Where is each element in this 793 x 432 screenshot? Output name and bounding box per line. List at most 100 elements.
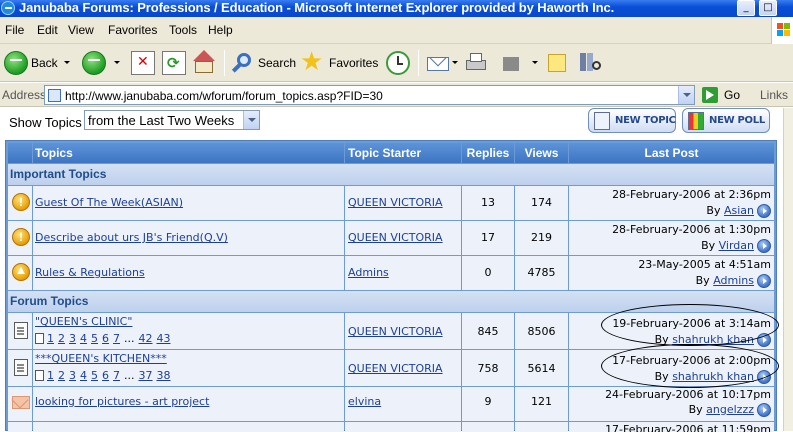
back-dropdown-icon[interactable] <box>64 61 70 64</box>
go-to-last-post-icon[interactable] <box>757 204 771 218</box>
topic-starter-link[interactable]: QUEEN VICTORIA <box>348 362 443 375</box>
page-link[interactable]: 2 <box>58 369 65 382</box>
mail-envelope-icon[interactable] <box>426 49 450 75</box>
go-to-last-post-icon[interactable] <box>757 239 771 253</box>
toolbar-separator <box>224 50 225 76</box>
alert-icon: ! <box>12 228 30 246</box>
menu-tools[interactable]: Tools <box>169 23 197 37</box>
table-row: "QUEEN's CLINIC" 1 2 3 4 5 6 7... 42 43 <box>33 313 344 349</box>
windows-logo-icon <box>771 17 793 44</box>
stop-icon[interactable]: ✕ <box>131 51 155 75</box>
address-url[interactable]: http://www.janubaba.com/wforum/forum_top… <box>65 89 383 103</box>
home-icon[interactable] <box>193 50 217 75</box>
page-icon <box>48 89 61 102</box>
page-link[interactable]: 42 <box>139 332 153 345</box>
topic-starter-link[interactable]: QUEEN VICTORIA <box>348 196 443 209</box>
replies-count: 845 <box>477 325 499 338</box>
new-poll-label[interactable]: NEW POLL <box>709 115 765 126</box>
window-title-bar: Janubaba Forums: Professions / Education… <box>0 0 793 17</box>
topic-starter-link[interactable]: elvina <box>348 395 381 408</box>
new-topic-button[interactable]: NEW TOPIC <box>588 108 676 133</box>
page-link[interactable]: 7 <box>113 332 120 345</box>
links-button[interactable]: Links <box>760 88 788 102</box>
topic-link[interactable]: ***QUEEN's KITCHEN*** <box>35 352 167 365</box>
replies-cell: 845 <box>462 313 514 349</box>
last-post-author-link[interactable]: Admins <box>713 274 754 287</box>
history-icon[interactable] <box>386 51 410 75</box>
back-arrow-icon[interactable] <box>4 51 28 75</box>
print-icon[interactable] <box>464 51 488 75</box>
edit-dropdown-icon[interactable] <box>532 61 538 64</box>
page-link[interactable]: 38 <box>157 369 171 382</box>
search-button[interactable]: Search <box>258 56 296 70</box>
last-post-author-link[interactable]: Asian <box>724 204 754 217</box>
page-link[interactable]: 4 <box>80 332 87 345</box>
page-link[interactable]: 3 <box>69 332 76 345</box>
page-link[interactable]: 43 <box>157 332 171 345</box>
topic-link[interactable]: Describe about urs JB's Friend(Q.V) <box>35 231 228 244</box>
page-link[interactable]: 4 <box>80 369 87 382</box>
topic-link[interactable]: Rules & Regulations <box>35 266 145 279</box>
new-topic-label[interactable]: NEW TOPIC <box>615 115 676 126</box>
last-post-author-link[interactable]: angelzzz <box>706 403 754 416</box>
page-link[interactable]: 6 <box>102 369 109 382</box>
search-icon[interactable] <box>231 51 255 75</box>
page-link[interactable]: 5 <box>91 332 98 345</box>
topic-link[interactable]: "QUEEN's CLINIC" <box>35 315 132 328</box>
favorites-star-icon[interactable]: ★ <box>300 47 324 77</box>
favorites-button[interactable]: Favorites <box>329 56 378 70</box>
menu-bar: File Edit View Favorites Tools Help <box>0 17 793 44</box>
topic-link[interactable]: looking for pictures - art project <box>35 395 209 408</box>
go-to-last-post-icon[interactable] <box>757 274 771 288</box>
menu-view[interactable]: View <box>68 23 94 37</box>
row-icon-cell <box>8 256 32 290</box>
topic-starter-link[interactable]: Admins <box>348 266 389 279</box>
envelope-icon <box>12 396 30 409</box>
mail-dropdown-icon[interactable] <box>452 61 458 64</box>
page-link[interactable]: 5 <box>91 369 98 382</box>
topic-starter-link[interactable]: QUEEN VICTORIA <box>348 231 443 244</box>
replies-cell: 13 <box>462 186 514 220</box>
research-icon[interactable] <box>578 51 602 75</box>
topic-link[interactable]: Guest Of The Week(ASIAN) <box>35 196 183 209</box>
vertical-scrollbar[interactable] <box>783 108 793 431</box>
by-label: By <box>701 239 716 252</box>
menu-favorites[interactable]: Favorites <box>108 23 157 37</box>
page-link[interactable]: 7 <box>113 369 120 382</box>
page-link[interactable]: 3 <box>69 369 76 382</box>
views-count: 8506 <box>527 325 556 338</box>
discuss-icon[interactable] <box>546 51 570 75</box>
go-label[interactable]: Go <box>724 88 740 102</box>
forward-arrow-icon[interactable] <box>82 51 106 75</box>
show-topics-select[interactable]: from the Last Two Weeks <box>84 110 260 130</box>
replies-count: 9 <box>484 395 492 408</box>
table-row: Rules & Regulations <box>33 256 344 290</box>
go-button[interactable]: Go <box>700 85 748 105</box>
minimize-button[interactable]: _ <box>737 0 755 16</box>
refresh-icon[interactable]: ⟳ <box>162 51 186 75</box>
topic-starter-link[interactable]: QUEEN VICTORIA <box>348 325 443 338</box>
show-topics-selected[interactable]: from the Last Two Weeks <box>88 113 234 128</box>
header-replies: Replies <box>462 143 514 163</box>
page-link[interactable]: 1 <box>47 369 54 382</box>
replies-cell: 758 <box>462 350 514 386</box>
edit-page-icon[interactable] <box>500 51 524 75</box>
page-link[interactable]: 1 <box>47 332 54 345</box>
chevron-down-icon[interactable] <box>243 111 259 129</box>
address-input[interactable]: http://www.janubaba.com/wforum/forum_top… <box>44 85 695 105</box>
menu-edit[interactable]: Edit <box>37 23 58 37</box>
page-ellipsis: ... <box>124 332 135 345</box>
menu-file[interactable]: File <box>5 23 24 37</box>
page-link[interactable]: 6 <box>102 332 109 345</box>
menu-help[interactable]: Help <box>208 23 233 37</box>
new-poll-button[interactable]: NEW POLL <box>682 108 770 133</box>
maximize-button[interactable]: □ <box>759 0 777 16</box>
go-arrow-icon[interactable] <box>702 87 718 103</box>
go-to-last-post-icon[interactable] <box>757 403 771 417</box>
page-link[interactable]: 2 <box>58 332 65 345</box>
last-post-author-link[interactable]: Virdan <box>719 239 754 252</box>
address-dropdown-icon[interactable] <box>678 86 694 104</box>
back-button[interactable]: Back <box>31 56 58 70</box>
forward-dropdown-icon[interactable] <box>114 61 120 64</box>
page-link[interactable]: 37 <box>139 369 153 382</box>
